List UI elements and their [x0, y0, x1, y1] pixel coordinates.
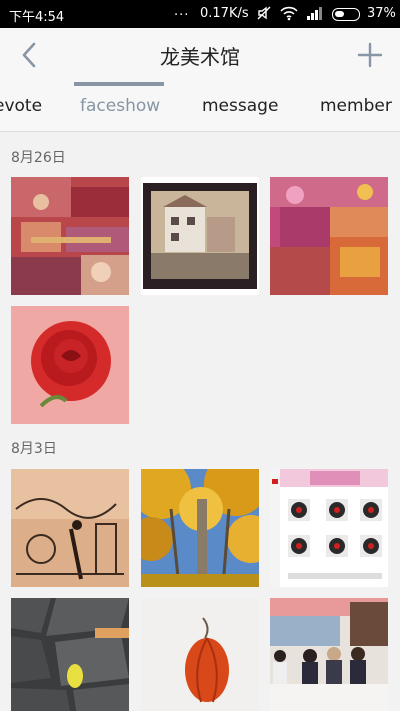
- title-bar: 龙美术馆: [0, 28, 400, 82]
- tab-faceshow[interactable]: faceshow: [80, 96, 160, 116]
- tab-member[interactable]: member: [320, 96, 392, 116]
- page-title: 龙美术馆: [160, 45, 240, 69]
- mute-icon: [256, 5, 272, 25]
- battery-percent: 37%: [367, 6, 396, 21]
- battery-icon: [332, 8, 360, 21]
- stone-path-leaf-photo[interactable]: [11, 598, 129, 711]
- embroidery-pink-photo[interactable]: [270, 177, 388, 295]
- tab-bar: evote faceshow message member: [0, 82, 400, 132]
- plus-icon: [357, 42, 383, 68]
- red-rose-photo[interactable]: [11, 306, 129, 424]
- add-button[interactable]: [356, 40, 384, 70]
- autumn-trees-photo[interactable]: [141, 469, 259, 587]
- notification-dots: ...: [174, 4, 190, 19]
- status-bar: 下午4:54 ... 0.17K/s 37%: [0, 0, 400, 28]
- sketch-illustration-photo[interactable]: [11, 469, 129, 587]
- status-time: 下午4:54: [9, 10, 65, 25]
- signal-icon: [306, 5, 324, 25]
- date-header: 8月3日: [11, 441, 57, 457]
- wifi-icon: [280, 5, 298, 25]
- meeting-photo[interactable]: [270, 598, 388, 711]
- framed-house-painting-photo[interactable]: [141, 177, 259, 295]
- date-header: 8月26日: [11, 150, 66, 166]
- network-speed: 0.17K/s: [200, 6, 249, 21]
- tab-message[interactable]: message: [202, 96, 278, 116]
- app-screenshot-photo[interactable]: [270, 469, 388, 587]
- active-tab-indicator: [74, 82, 164, 86]
- embroidery-red-photo[interactable]: [11, 177, 129, 295]
- red-lantern-flower-photo[interactable]: [141, 598, 259, 711]
- tab-evote[interactable]: evote: [0, 96, 42, 116]
